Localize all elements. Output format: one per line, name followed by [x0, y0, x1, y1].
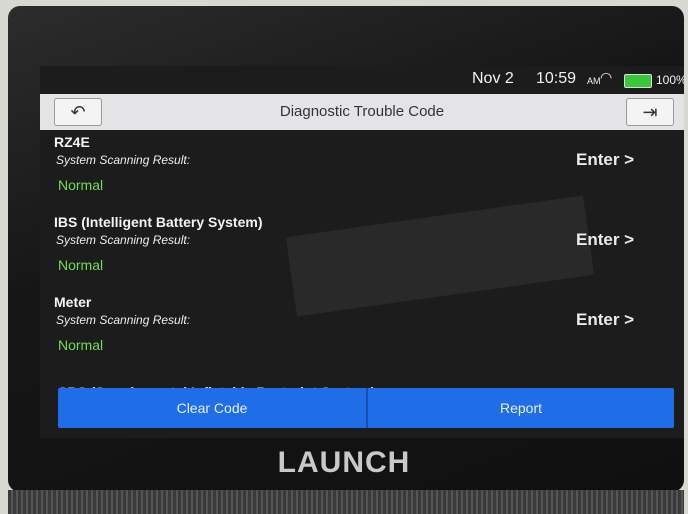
wifi-icon: ◠	[600, 69, 613, 85]
screen: Nov 2 10:59 AM ◠ 100% ↶ Diagnostic Troub…	[40, 66, 684, 438]
status-date: Nov 2	[472, 70, 514, 87]
enter-button[interactable]: Enter >	[576, 150, 634, 170]
enter-button[interactable]: Enter >	[576, 230, 634, 250]
device-grille	[8, 490, 684, 514]
exit-button[interactable]: ⇥	[626, 98, 674, 126]
status-ampm: AM	[587, 76, 601, 86]
clear-code-button[interactable]: Clear Code	[58, 388, 366, 428]
system-list: RZ4E System Scanning Result: Normal Ente…	[40, 130, 684, 400]
page-title: Diagnostic Trouble Code	[279, 103, 445, 120]
system-name: IBS (Intelligent Battery System)	[54, 214, 263, 230]
system-name: RZ4E	[54, 134, 90, 150]
action-bar: Clear Code Report	[58, 388, 674, 428]
report-button[interactable]: Report	[368, 388, 674, 428]
exit-door-icon: ⇥	[642, 102, 658, 122]
scan-result-label: System Scanning Result:	[56, 313, 191, 327]
scan-status: Normal	[58, 337, 104, 353]
enter-button[interactable]: Enter >	[576, 310, 634, 330]
scan-status: Normal	[58, 257, 104, 273]
system-name: Meter	[54, 294, 92, 310]
battery-icon	[624, 74, 652, 88]
battery-percent: 100%	[656, 73, 684, 87]
scan-status: Normal	[58, 177, 104, 193]
scan-result-label: System Scanning Result:	[56, 233, 191, 247]
list-item[interactable]: IBS (Intelligent Battery System) System …	[40, 210, 684, 290]
list-item[interactable]: Meter System Scanning Result: Normal Ent…	[40, 290, 684, 370]
status-time: 10:59	[536, 70, 577, 87]
list-item[interactable]: RZ4E System Scanning Result: Normal Ente…	[40, 130, 684, 210]
brand-logo: LAUNCH	[277, 446, 411, 479]
title-bar: ↶ Diagnostic Trouble Code ⇥	[40, 94, 684, 130]
status-bar: Nov 2 10:59 AM ◠ 100%	[40, 66, 684, 92]
scan-result-label: System Scanning Result:	[56, 153, 191, 167]
